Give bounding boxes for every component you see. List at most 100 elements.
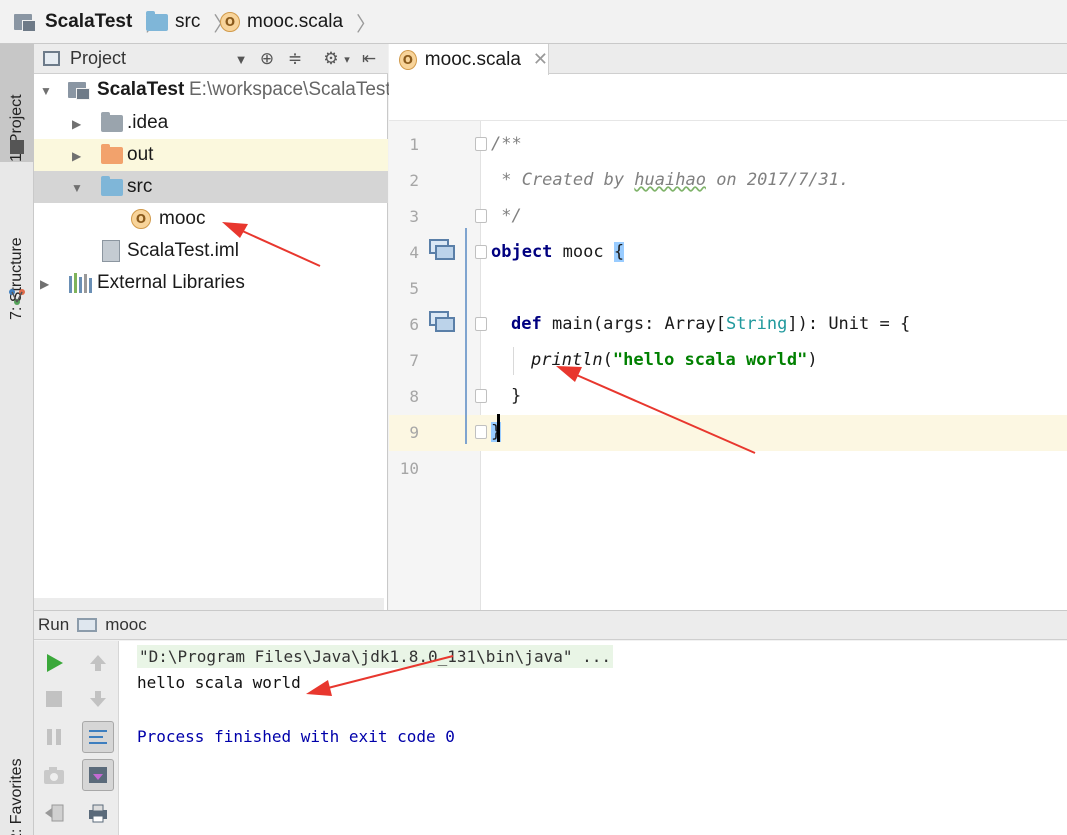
editor-tab-mooc[interactable]: O mooc.scala ✕ [389, 44, 549, 75]
scala-object-icon: O [220, 12, 240, 32]
close-icon[interactable]: ✕ [533, 49, 548, 70]
code-line[interactable]: 4 object mooc { [389, 235, 1067, 271]
arrow-down-icon [90, 691, 106, 707]
locate-file-icon[interactable]: ⊕ [256, 48, 278, 70]
comment-prefix: * Created by [491, 170, 635, 190]
expanded-arrow-icon[interactable]: ▼ [71, 181, 83, 195]
collapse-all-icon[interactable]: ≑ [284, 48, 306, 70]
code-text: println("hello scala world") [531, 350, 818, 370]
play-icon [47, 654, 63, 672]
project-icon [68, 80, 92, 100]
dropdown-arrow-icon[interactable]: ▼ [230, 48, 252, 70]
breadcrumb-project-label: ScalaTest [45, 11, 133, 32]
project-panel-header: Project ▼ ⊕ ≑ ⚙ ▾ ⇤ [34, 44, 388, 74]
comment-suffix: on 2017/7/31. [705, 170, 850, 190]
code-text: */ [491, 206, 522, 226]
pause-button[interactable] [38, 721, 70, 753]
tree-row-root[interactable]: ▼ ScalaTest E:\workspace\ScalaTest [34, 74, 391, 106]
tree-item-label: .idea [127, 112, 169, 133]
scroll-to-end-icon [89, 767, 107, 783]
editor-header-area [389, 75, 1067, 121]
scroll-down-button[interactable] [82, 683, 114, 715]
fold-marker-icon[interactable] [475, 209, 487, 223]
left-tool-strip: 1: Project 7: Structure 2: Favorites [0, 44, 34, 835]
scroll-up-button[interactable] [82, 647, 114, 679]
run-panel-header: Run mooc [34, 610, 1067, 640]
project-panel: Project ▼ ⊕ ≑ ⚙ ▾ ⇤ ▼ ScalaTest E:\works… [34, 44, 391, 610]
console-command-line: "D:\Program Files\Java\jdk1.8.0_131\bin\… [137, 645, 614, 668]
tree-item-label: out [127, 144, 154, 165]
gear-dropdown-icon[interactable]: ▾ [336, 48, 358, 70]
code-text: * Created by huaihao on 2017/7/31. [491, 170, 849, 190]
tree-row-src[interactable]: ▼ src [34, 171, 388, 203]
soft-wrap-toggle[interactable] [82, 721, 114, 753]
function-println: println [531, 350, 603, 370]
exit-icon [45, 804, 64, 822]
code-line[interactable]: 2 * Created by huaihao on 2017/7/31. [389, 163, 1067, 199]
text-caret [497, 414, 500, 442]
exit-button[interactable] [38, 797, 70, 829]
tree-root-label: ScalaTest [97, 79, 185, 100]
fold-marker-icon[interactable] [475, 137, 487, 151]
tree-row-iml[interactable]: ScalaTest.iml [34, 235, 388, 267]
arrow-up-icon [90, 655, 106, 671]
source-folder-icon [101, 176, 123, 196]
fold-marker-icon[interactable] [475, 425, 487, 439]
dump-threads-button[interactable] [38, 759, 70, 791]
code-line[interactable]: 10 [389, 451, 1067, 487]
collapsed-arrow-icon[interactable]: ▶ [72, 117, 81, 131]
console-output[interactable]: "D:\Program Files\Java\jdk1.8.0_131\bin\… [119, 641, 1067, 835]
code-line[interactable]: 3 */ [389, 199, 1067, 235]
scope-guide-line [465, 228, 467, 444]
run-object-gutter-icon[interactable] [429, 239, 455, 261]
line-number: 6 [409, 315, 419, 334]
run-method-gutter-icon[interactable] [429, 311, 455, 333]
breadcrumb-file[interactable]: O mooc.scala 〉 [220, 8, 376, 36]
tree-row-idea[interactable]: ▶ .idea [34, 107, 388, 139]
module-file-icon [102, 240, 120, 262]
line-number: 7 [409, 351, 419, 370]
run-panel-title: Run [38, 615, 70, 634]
expanded-arrow-icon[interactable]: ▼ [40, 84, 52, 98]
code-line-current[interactable]: 9 } [389, 415, 1067, 451]
breadcrumb-folder-label: src [175, 11, 201, 32]
horizontal-scrollbar[interactable] [34, 598, 384, 610]
tree-row-out[interactable]: ▶ out [34, 139, 388, 171]
line-number: 1 [409, 135, 419, 154]
collapsed-arrow-icon[interactable]: ▶ [72, 149, 81, 163]
code-line[interactable]: 8 } [389, 379, 1067, 415]
tree-row-external-libraries[interactable]: ▶ External Libraries [34, 267, 388, 299]
method-signature-start: main(args: Array[ [541, 314, 726, 334]
tool-tab-favorites[interactable]: 2: Favorites [0, 752, 34, 835]
project-window-icon [10, 140, 24, 154]
line-number: 9 [409, 423, 419, 442]
console-stdout-line: hello scala world [137, 673, 301, 692]
run-config-icon [77, 618, 98, 632]
fold-marker-icon[interactable] [475, 317, 487, 331]
code-line[interactable]: 6 def main(args: Array[String]): Unit = … [389, 307, 1067, 343]
print-button[interactable] [82, 797, 114, 829]
scala-object-icon: O [131, 209, 151, 229]
code-line[interactable]: 5 [389, 271, 1067, 307]
line-number: 8 [409, 387, 419, 406]
tree-root-path: E:\workspace\ScalaTest [189, 79, 391, 100]
fold-marker-icon[interactable] [475, 245, 487, 259]
tree-row-mooc[interactable]: O mooc [34, 203, 388, 235]
tree-item-label: ScalaTest.iml [127, 240, 239, 261]
breadcrumb-file-label: mooc.scala [247, 11, 344, 32]
hide-panel-icon[interactable]: ⇤ [358, 48, 380, 70]
code-line[interactable]: 1 /** [389, 127, 1067, 163]
scroll-to-end-toggle[interactable] [82, 759, 114, 791]
project-panel-title: Project [70, 48, 127, 68]
rerun-button[interactable] [38, 647, 70, 679]
stop-button[interactable] [38, 683, 70, 715]
folder-icon [146, 10, 168, 31]
run-config-name[interactable]: mooc [105, 615, 147, 635]
code-line[interactable]: 7 println("hello scala world") [389, 343, 1067, 379]
paren-close: ) [807, 350, 818, 370]
indent-guide [513, 347, 514, 375]
fold-marker-icon[interactable] [475, 389, 487, 403]
breadcrumb-project[interactable]: ScalaTest 〉 [14, 8, 165, 36]
keyword-object: object [491, 242, 553, 262]
collapsed-arrow-icon[interactable]: ▶ [40, 277, 49, 291]
